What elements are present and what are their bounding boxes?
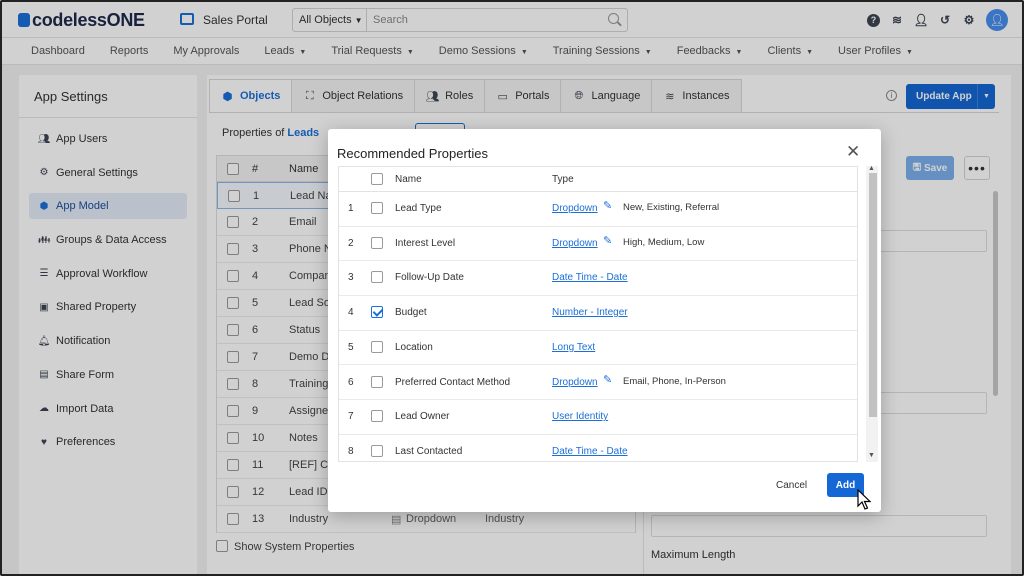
row-checkbox[interactable] [371,375,383,388]
scroll-down-icon[interactable]: ▼ [868,452,875,459]
close-icon[interactable]: ✕ [846,143,860,160]
recommended-properties-table: Name Type 1 Lead Type Dropdown ✎ New, Existi… [338,166,858,462]
list-item[interactable]: 3 Follow-Up Date Date Time - Date [339,261,857,297]
list-item[interactable]: 5 Location Long Text [339,331,857,366]
row-number: 6 [348,376,354,388]
row-number: 7 [348,411,354,423]
dialog-title: Recommended Properties [337,146,489,161]
row-number: 2 [348,237,354,249]
mouse-cursor-icon [857,489,871,510]
edit-icon[interactable]: ✎ [603,374,614,386]
row-checkbox[interactable] [371,340,383,353]
row-number: 3 [348,272,354,284]
property-type-link[interactable]: Date Time - Date [552,446,628,457]
row-checkbox[interactable] [371,444,383,457]
property-type-link[interactable]: Dropdown [552,377,598,388]
row-checkbox[interactable] [371,410,383,423]
property-name: Location [395,341,433,353]
cancel-button[interactable]: Cancel [776,474,807,496]
property-type-link[interactable]: Number - Integer [552,307,628,318]
select-all-checkbox[interactable] [371,173,383,185]
dropdown-options: New, Existing, Referral [623,202,720,213]
property-name: Last Contacted [395,445,463,457]
property-type-link[interactable]: User Identity [552,411,608,422]
list-item[interactable]: 2 Interest Level Dropdown ✎ High, Medium, Lo… [339,227,857,262]
property-name: Lead Type [395,203,442,214]
row-checkbox[interactable] [371,271,383,284]
property-name: Interest Level [395,237,456,249]
list-item[interactable]: 8 Last Contacted Date Time - Date [339,435,857,461]
scroll-up-icon[interactable]: ▲ [868,165,875,172]
header-type: Type [552,174,574,185]
property-name: Lead Owner [395,411,450,423]
dialog-table-header: Name Type [339,167,857,192]
property-type-link[interactable]: Dropdown [552,238,598,249]
list-item[interactable]: 1 Lead Type Dropdown ✎ New, Existing, Referr… [339,192,857,227]
list-item[interactable]: 7 Lead Owner User Identity [339,400,857,435]
recommended-properties-dialog: Recommended Properties ✕ Name Type 1 Lead… [328,129,881,512]
row-number: 5 [348,341,354,353]
row-number: 1 [348,203,354,214]
property-type-link[interactable]: Date Time - Date [552,272,628,283]
property-name: Preferred Contact Method [395,376,511,388]
header-name: Name [395,174,422,185]
list-item[interactable]: 4 Budget Number - Integer [339,296,857,331]
app-window: codelessONE Sales Portal All Objects▼ ? … [0,0,1024,576]
dialog-scrollbar-thumb[interactable] [869,173,877,417]
property-name: Budget [395,307,427,319]
dropdown-options: High, Medium, Low [623,236,705,248]
property-type-link[interactable]: Dropdown [552,203,598,214]
property-name: Follow-Up Date [395,272,464,284]
dropdown-options: Email, Phone, In-Person [623,375,726,387]
edit-icon[interactable]: ✎ [603,201,614,212]
row-number: 4 [348,307,354,319]
row-number: 8 [348,445,354,457]
row-checkbox[interactable] [371,236,383,249]
list-item[interactable]: 6 Preferred Contact Method Dropdown ✎ Email,… [339,366,857,401]
row-checkbox[interactable] [371,306,383,319]
edit-icon[interactable]: ✎ [603,235,614,247]
property-type-link[interactable]: Long Text [552,342,595,353]
row-checkbox[interactable] [371,202,383,214]
